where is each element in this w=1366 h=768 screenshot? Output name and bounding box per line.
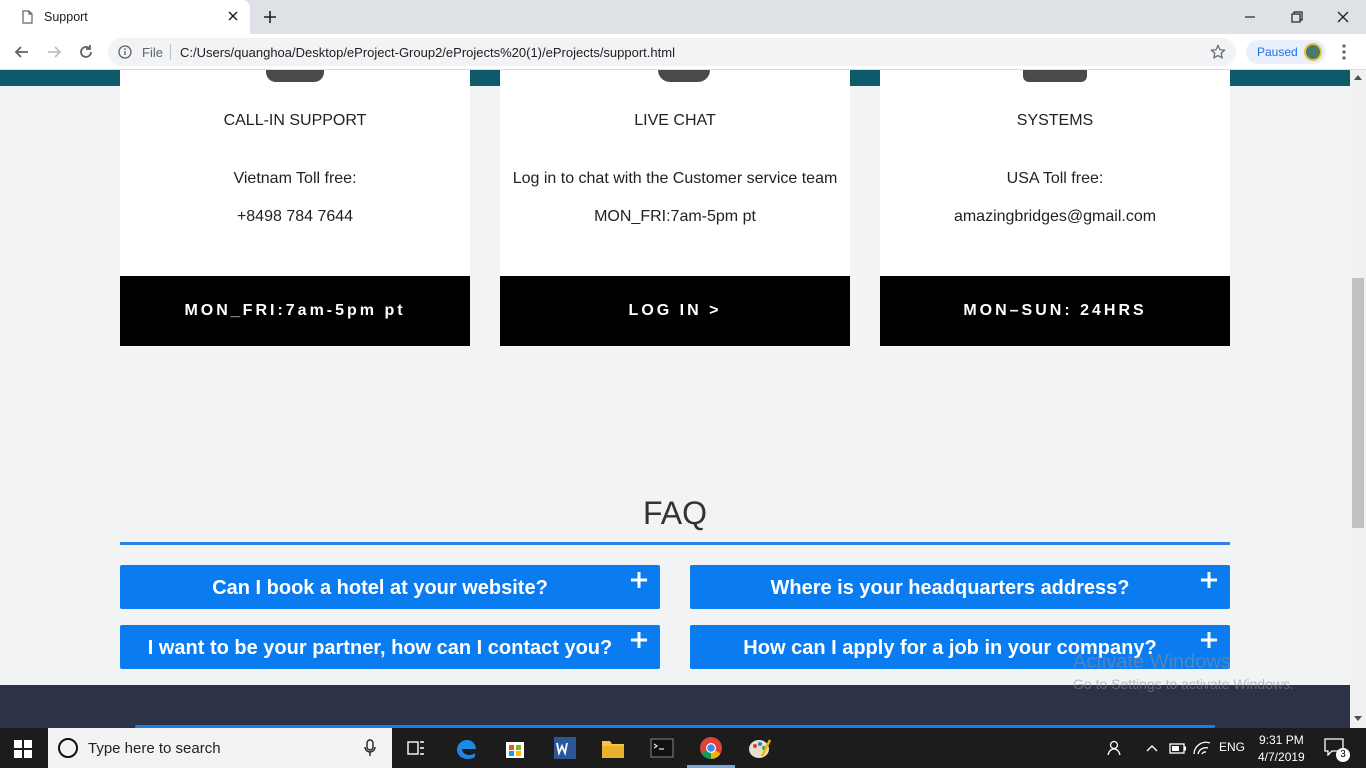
chat-bubble-icon bbox=[658, 70, 710, 82]
browser-toolbar: File C:/Users/quanghoa/Desktop/eProject-… bbox=[0, 34, 1366, 70]
card-subtitle: Log in to chat with the Customer service… bbox=[512, 170, 838, 187]
url-divider bbox=[170, 44, 171, 60]
plus-icon[interactable] bbox=[630, 571, 648, 589]
terminal-icon[interactable] bbox=[644, 734, 680, 762]
tab-title: Support bbox=[44, 10, 88, 24]
plus-icon[interactable] bbox=[1200, 571, 1218, 589]
faq-question: Can I book a hotel at your website? bbox=[212, 577, 548, 599]
forward-arrow-icon[interactable] bbox=[44, 42, 64, 62]
card-title: CALL-IN SUPPORT bbox=[223, 112, 367, 129]
activation-watermark-hint: Go to Settings to activate Windows. bbox=[1073, 676, 1294, 692]
paint-icon[interactable] bbox=[742, 734, 778, 762]
chevron-up-icon[interactable] bbox=[1140, 734, 1164, 762]
card-title: LIVE CHAT bbox=[634, 112, 716, 129]
search-placeholder: Type here to search bbox=[88, 740, 221, 757]
plus-icon[interactable] bbox=[1200, 631, 1218, 649]
close-icon[interactable] bbox=[226, 9, 240, 23]
info-icon[interactable] bbox=[118, 45, 132, 59]
profile-status: Paused bbox=[1257, 45, 1298, 59]
url-text[interactable]: C:/Users/quanghoa/Desktop/eProject-Group… bbox=[180, 45, 675, 60]
page-icon bbox=[22, 10, 33, 24]
chrome-icon[interactable] bbox=[693, 734, 729, 762]
scroll-up-icon[interactable] bbox=[1354, 74, 1362, 80]
card-subtitle: Vietnam Toll free: bbox=[233, 170, 357, 187]
faq-item[interactable]: I want to be your partner, how can I con… bbox=[120, 625, 660, 669]
login-button[interactable]: LOG IN > bbox=[500, 276, 850, 346]
avatar bbox=[1304, 43, 1322, 61]
faq-question: I want to be your partner, how can I con… bbox=[147, 637, 613, 659]
taskbar-search[interactable]: Type here to search bbox=[48, 728, 392, 768]
new-tab-icon[interactable] bbox=[262, 9, 278, 25]
page-viewport: CALL-IN SUPPORT Vietnam Toll free: +8498… bbox=[0, 70, 1350, 728]
faq-item[interactable]: Can I book a hotel at your website? bbox=[120, 565, 660, 609]
card-detail: MON_FRI:7am-5pm pt bbox=[594, 208, 756, 225]
wifi-icon[interactable] bbox=[1190, 734, 1214, 762]
activation-watermark-title: Activate Windows bbox=[1073, 651, 1231, 673]
address-bar[interactable]: File C:/Users/quanghoa/Desktop/eProject-… bbox=[108, 38, 1236, 66]
clock-time[interactable]: 9:31 PM bbox=[1259, 733, 1304, 747]
close-window-icon[interactable] bbox=[1333, 7, 1353, 27]
clock-date[interactable]: 4/7/2019 bbox=[1258, 750, 1305, 764]
profile-button[interactable]: Paused bbox=[1246, 40, 1326, 64]
task-view-icon[interactable] bbox=[398, 734, 434, 762]
phone-icon bbox=[266, 70, 324, 82]
scrollbar-thumb[interactable] bbox=[1352, 278, 1364, 528]
faq-divider bbox=[120, 542, 1230, 545]
store-icon[interactable] bbox=[497, 734, 533, 762]
windows-start-icon[interactable] bbox=[14, 740, 32, 758]
faq-heading: FAQ bbox=[642, 495, 707, 531]
notification-count-badge: 3 bbox=[1336, 748, 1350, 762]
back-arrow-icon[interactable] bbox=[12, 42, 32, 62]
plus-icon[interactable] bbox=[630, 631, 648, 649]
card-detail: amazingbridges@gmail.com bbox=[953, 208, 1157, 225]
menu-kebab-icon[interactable] bbox=[1336, 42, 1352, 62]
file-explorer-icon[interactable] bbox=[595, 734, 631, 762]
restore-icon[interactable] bbox=[1287, 7, 1307, 27]
laptop-icon bbox=[1023, 70, 1087, 82]
card-hours-button[interactable]: MON–SUN: 24HRS bbox=[880, 276, 1230, 346]
edge-browser-icon[interactable] bbox=[449, 734, 485, 762]
microphone-icon[interactable] bbox=[364, 739, 376, 757]
faq-item[interactable]: Where is your headquarters address? bbox=[690, 565, 1230, 609]
battery-icon[interactable] bbox=[1166, 734, 1190, 762]
minimize-icon[interactable] bbox=[1240, 7, 1260, 27]
language-indicator[interactable]: ENG bbox=[1219, 740, 1245, 754]
card-hours-button[interactable]: MON_FRI:7am-5pm pt bbox=[120, 276, 470, 346]
browser-tab-strip: Support bbox=[0, 0, 1366, 34]
card-detail: +8498 784 7644 bbox=[236, 208, 354, 225]
bookmark-star-icon[interactable] bbox=[1210, 44, 1226, 60]
people-icon[interactable] bbox=[1100, 734, 1130, 762]
faq-question: Where is your headquarters address? bbox=[770, 577, 1130, 599]
card-title: SYSTEMS bbox=[1016, 112, 1094, 129]
windows-taskbar: Type here to search ENG 9:31 PM 4/7/2019… bbox=[0, 728, 1366, 768]
card-subtitle: USA Toll free: bbox=[1006, 170, 1104, 187]
scroll-down-icon[interactable] bbox=[1354, 716, 1362, 722]
cortana-icon bbox=[58, 738, 78, 758]
word-icon[interactable] bbox=[546, 734, 582, 762]
page-scrollbar[interactable] bbox=[1350, 70, 1366, 728]
browser-tab[interactable]: Support bbox=[0, 0, 250, 34]
url-scheme: File bbox=[142, 45, 163, 60]
reload-icon[interactable] bbox=[76, 42, 96, 62]
